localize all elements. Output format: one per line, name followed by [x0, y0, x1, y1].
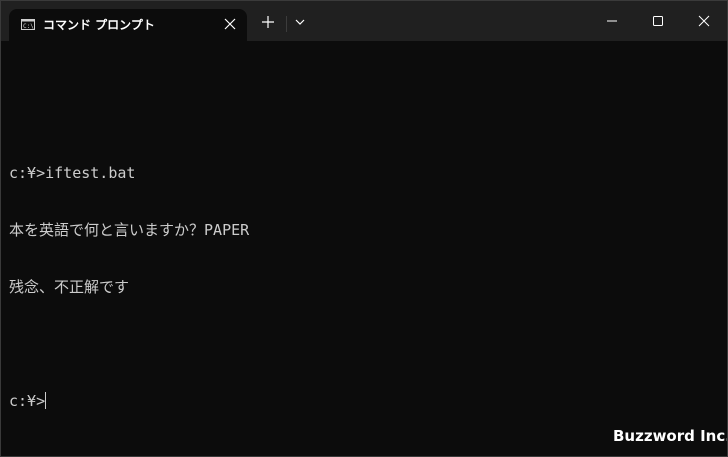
- chevron-down-icon[interactable]: [294, 18, 306, 26]
- terminal-line: c:¥>iftest.bat: [9, 164, 136, 182]
- terminal-window: C:\ コマンド プロンプト c:¥>iftest.bat 本を英語で何と言いま…: [0, 0, 728, 457]
- maximize-icon: [653, 16, 663, 26]
- watermark: Buzzword Inc.: [613, 427, 728, 445]
- minimize-button[interactable]: [589, 1, 635, 41]
- tab-command-prompt[interactable]: C:\ コマンド プロンプト: [9, 9, 247, 41]
- close-icon: [698, 15, 710, 27]
- maximize-button[interactable]: [635, 1, 681, 41]
- close-button[interactable]: [681, 1, 727, 41]
- terminal-output[interactable]: c:¥>iftest.bat 本を英語で何と言いますか？PAPER 残念、不正解…: [9, 69, 249, 449]
- title-bar[interactable]: C:\ コマンド プロンプト: [1, 1, 727, 41]
- terminal-icon: C:\: [21, 19, 35, 30]
- terminal-prompt-line[interactable]: c:¥>: [9, 392, 249, 411]
- terminal-prompt: c:¥>: [9, 392, 46, 410]
- tab-separator: [286, 16, 287, 32]
- new-tab-plus-icon[interactable]: [261, 15, 275, 29]
- terminal-line: 残念、不正解です: [9, 278, 130, 296]
- tab-close-icon[interactable]: [223, 17, 237, 31]
- svg-text:C:\: C:\: [23, 23, 34, 30]
- tab-title: コマンド プロンプト: [43, 18, 155, 32]
- text-cursor: [45, 392, 47, 409]
- minimize-icon: [607, 20, 617, 22]
- terminal-line: 本を英語で何と言いますか？PAPER: [9, 221, 250, 239]
